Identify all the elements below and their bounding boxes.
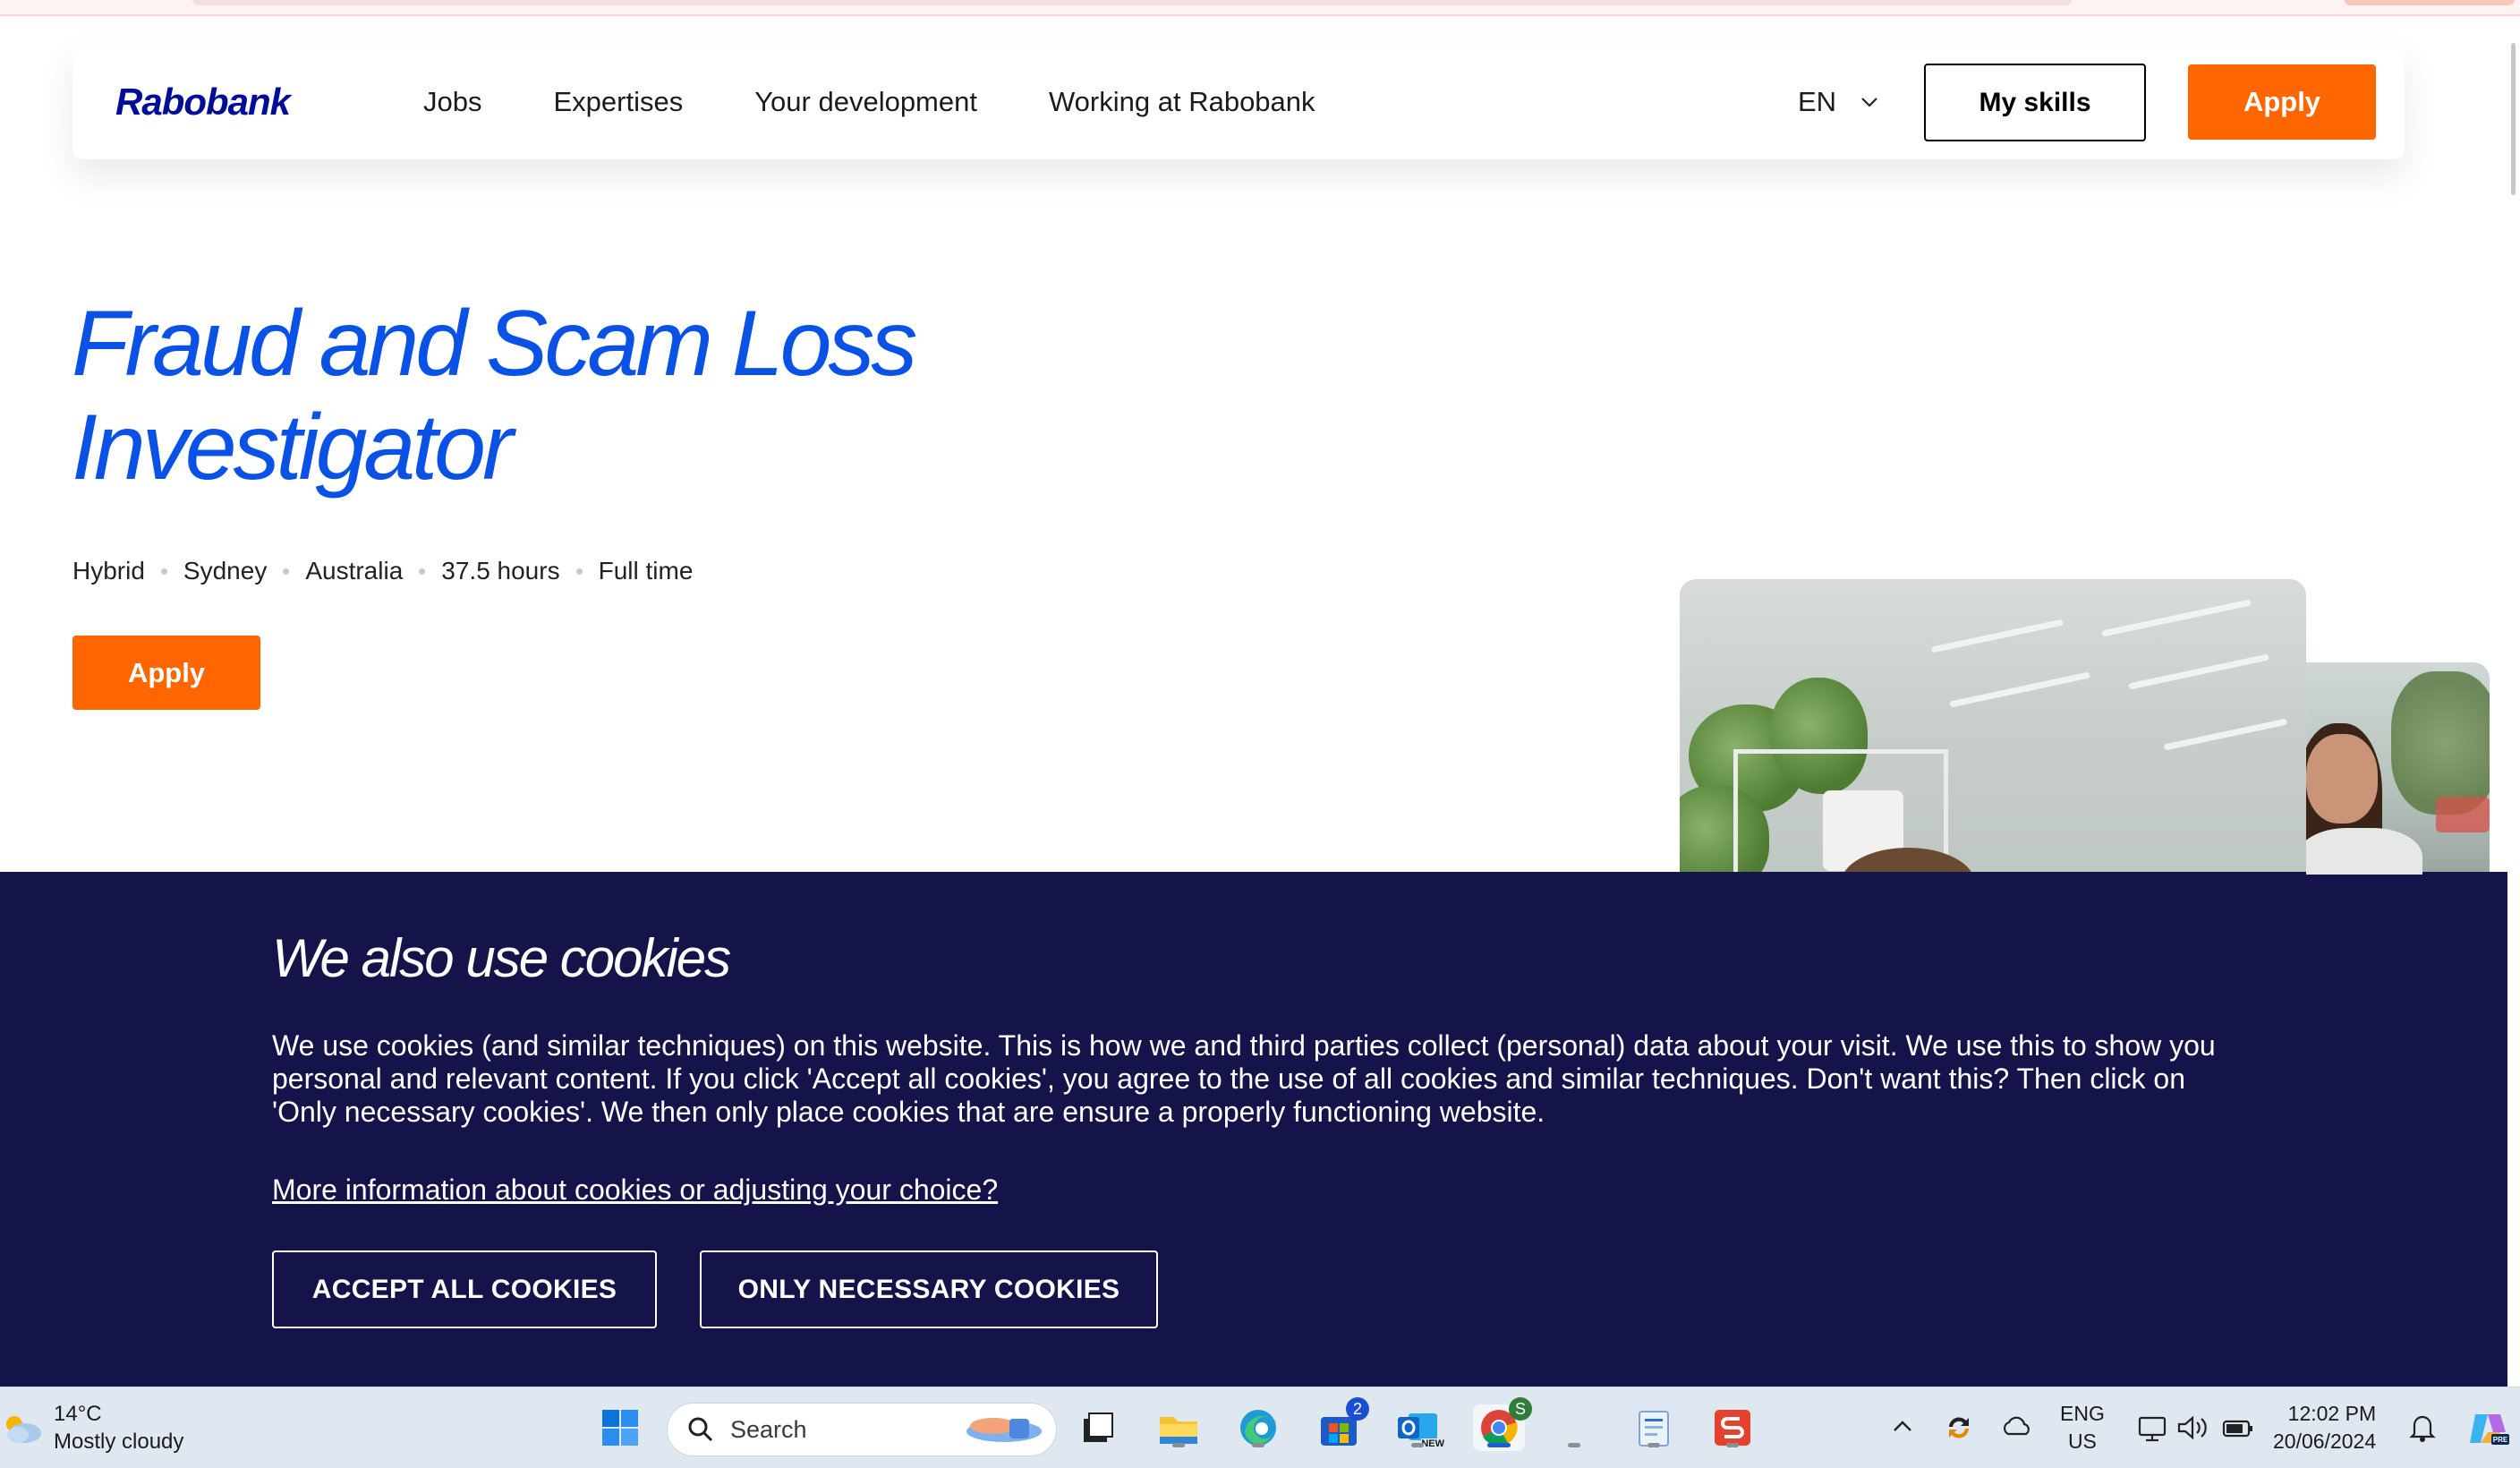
outlook-new-tag: NEW <box>1421 1438 1444 1449</box>
language-code: ENG <box>2060 1402 2105 1425</box>
keyboard-layout: US <box>2067 1430 2097 1453</box>
outlook-icon[interactable]: NEW <box>1394 1404 1444 1451</box>
app-s-icon[interactable] <box>1709 1404 1756 1451</box>
system-clock[interactable]: 12:02 PM 20/06/2024 <box>2273 1400 2376 1455</box>
copilot-icon[interactable]: PRE <box>2466 1409 2509 1448</box>
language-selector[interactable]: EN <box>1798 86 1879 118</box>
windows-taskbar: 14°C Mostly cloudy Search 2 NEW S ENG US… <box>0 1387 2520 1468</box>
search-highlight-icon <box>966 1418 1042 1442</box>
meta-separator <box>283 568 290 575</box>
language-label: EN <box>1798 86 1837 117</box>
search-placeholder: Search <box>730 1415 807 1443</box>
meta-work-mode: Hybrid <box>72 557 145 585</box>
main-nav: Jobs Expertises Your development Working… <box>423 86 1387 118</box>
meta-separator <box>160 568 167 575</box>
meta-city: Sydney <box>183 557 268 585</box>
meta-separator <box>575 568 583 575</box>
chevron-up-icon[interactable] <box>1892 1419 1913 1433</box>
page-scrollbar[interactable] <box>2507 16 2520 1386</box>
cookie-description: We use cookies (and similar techniques) … <box>272 1029 2216 1128</box>
cloudy-weather-icon <box>6 1416 41 1443</box>
notification-icon[interactable] <box>2409 1413 2436 1443</box>
hidden-app-icon[interactable] <box>1551 1404 1597 1451</box>
browser-button-edge[interactable] <box>2345 0 2515 5</box>
volume-icon[interactable] <box>2176 1414 2209 1441</box>
weather-widget[interactable]: 14°C Mostly cloudy <box>0 1400 183 1455</box>
job-meta: Hybrid Sydney Australia 37.5 hours Full … <box>72 557 693 585</box>
nav-link-your-development[interactable]: Your development <box>754 86 977 118</box>
address-bar-edge[interactable] <box>192 0 2072 5</box>
battery-icon[interactable] <box>2221 1414 2255 1441</box>
scrollbar-thumb[interactable] <box>2511 43 2516 195</box>
cookie-title: We also use cookies <box>272 928 731 988</box>
nav-link-expertises[interactable]: Expertises <box>553 86 683 118</box>
cookie-banner: We also use cookies We use cookies (and … <box>0 872 2507 1387</box>
clock-date: 20/06/2024 <box>2273 1430 2377 1453</box>
rabobank-logo[interactable]: Rabobank <box>115 81 291 124</box>
task-view-icon[interactable] <box>1075 1404 1121 1451</box>
office-photo <box>1680 579 2306 875</box>
clock-time: 12:02 PM <box>2287 1402 2377 1425</box>
store-notification-badge: 2 <box>1346 1397 1369 1421</box>
employee-photo <box>2306 662 2490 875</box>
weather-description: Mostly cloudy <box>54 1430 184 1454</box>
windows-start-icon[interactable] <box>597 1404 643 1451</box>
accept-all-cookies-button[interactable]: ACCEPT ALL COOKIES <box>272 1250 657 1328</box>
job-title: Fraud and Scam Loss Investigator <box>72 292 917 499</box>
nav-link-working-at-rabobank[interactable]: Working at Rabobank <box>1049 86 1315 118</box>
chrome-profile-badge: S <box>1509 1397 1532 1421</box>
input-language-indicator[interactable]: ENG US <box>2060 1400 2105 1455</box>
only-necessary-cookies-button[interactable]: ONLY NECESSARY COOKIES <box>700 1250 1158 1328</box>
chevron-down-icon <box>1861 98 1877 107</box>
header-apply-button[interactable]: Apply <box>2188 64 2376 140</box>
nav-link-jobs[interactable]: Jobs <box>423 86 481 118</box>
edge-icon[interactable] <box>1235 1404 1281 1451</box>
my-skills-button[interactable]: My skills <box>1924 64 2146 141</box>
sync-icon[interactable] <box>1944 1413 1974 1443</box>
taskbar-search-box[interactable]: Search <box>667 1403 1057 1456</box>
display-icon[interactable] <box>2137 1414 2167 1443</box>
microsoft-store-icon[interactable]: 2 <box>1315 1397 1369 1451</box>
svg-text:PRE: PRE <box>2493 1436 2508 1444</box>
search-icon <box>688 1417 713 1442</box>
site-header: Rabobank Jobs Expertises Your developmen… <box>72 45 2405 159</box>
weather-temperature: 14°C <box>54 1402 102 1426</box>
meta-employment-type: Full time <box>598 557 694 585</box>
meta-country: Australia <box>305 557 404 585</box>
cookie-more-info-link[interactable]: More information about cookies or adjust… <box>272 1174 998 1207</box>
meta-hours: 37.5 hours <box>441 557 560 585</box>
browser-top-edge <box>0 0 2520 16</box>
file-explorer-icon[interactable] <box>1155 1404 1202 1451</box>
meta-separator <box>419 568 426 575</box>
hero-apply-button[interactable]: Apply <box>72 636 260 710</box>
chrome-icon[interactable]: S <box>1473 1397 1532 1451</box>
notepad-icon[interactable] <box>1630 1404 1677 1451</box>
onedrive-icon[interactable] <box>2001 1416 2033 1438</box>
